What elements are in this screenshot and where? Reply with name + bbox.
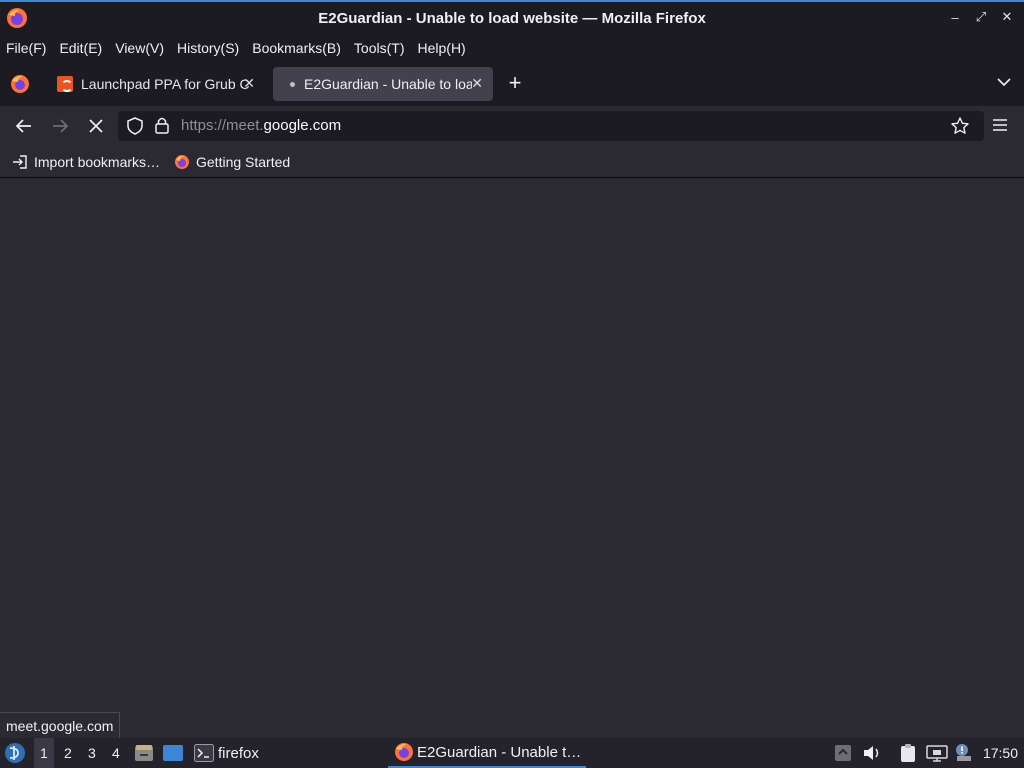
task-firefox-active[interactable]: E2Guardian - Unable t… xyxy=(388,738,586,768)
firefox-icon xyxy=(395,743,413,761)
launchpad-icon xyxy=(57,76,73,92)
menu-help[interactable]: Help(H) xyxy=(417,40,465,56)
notification-icon xyxy=(956,744,971,761)
updates-icon xyxy=(835,745,851,761)
menu-edit[interactable]: Edit(E) xyxy=(59,40,102,56)
menu-tools[interactable]: Tools(T) xyxy=(354,40,405,56)
menu-view[interactable]: View(V) xyxy=(115,40,164,56)
tab-e2guardian[interactable]: E2Guardian - Unable to load website ✕ xyxy=(273,67,493,101)
tab-label: Launchpad PPA for Grub Customizer xyxy=(81,76,249,92)
terminal-icon xyxy=(194,744,214,762)
firefox-logo-icon xyxy=(7,8,27,28)
import-icon xyxy=(13,155,27,169)
shield-icon[interactable] xyxy=(126,117,144,135)
app-launcher-icon xyxy=(5,743,25,763)
tab-launchpad[interactable]: Launchpad PPA for Grub Customizer ✕ xyxy=(47,67,265,101)
page-content[interactable] xyxy=(0,179,1024,738)
url-bar[interactable]: https://meet.google.com xyxy=(118,111,984,141)
url-prefix: https://meet. xyxy=(181,117,264,134)
restore-icon[interactable]: ⤢ xyxy=(974,9,988,25)
loading-dot-icon xyxy=(290,81,295,87)
bookmark-getting-started[interactable]: Getting Started xyxy=(174,154,290,170)
system-taskbar: 1 2 3 4 firefox E2Guardian - Unable t… 1… xyxy=(0,738,1024,768)
clock[interactable]: 17:50 xyxy=(983,738,1018,768)
clipboard-icon xyxy=(901,744,915,762)
volume-icon xyxy=(864,746,879,760)
tray-notifications[interactable] xyxy=(954,738,974,768)
tab-close-icon[interactable]: ✕ xyxy=(471,75,483,92)
workspace-1[interactable]: 1 xyxy=(34,738,54,768)
desktop-launcher[interactable] xyxy=(162,738,184,768)
task-terminal[interactable]: firefox xyxy=(194,738,259,768)
firefox-view-icon[interactable] xyxy=(10,74,30,94)
tray-clipboard[interactable] xyxy=(898,738,918,768)
tray-updates[interactable] xyxy=(834,738,852,768)
chevron-down-icon[interactable] xyxy=(996,74,1012,90)
window-title: E2Guardian - Unable to load website — Mo… xyxy=(318,9,706,27)
navigation-toolbar: https://meet.google.com xyxy=(0,106,1024,146)
forward-icon[interactable] xyxy=(50,116,70,136)
menu-bar: File(F) Edit(E) View(V) History(S) Bookm… xyxy=(0,34,1024,62)
task-label: E2Guardian - Unable t… xyxy=(417,743,582,761)
workspace-2[interactable]: 2 xyxy=(64,738,72,768)
firefox-icon xyxy=(175,155,189,169)
bookmark-label: Getting Started xyxy=(196,154,291,170)
bookmark-label: Import bookmarks… xyxy=(34,154,161,170)
workspace-4[interactable]: 4 xyxy=(112,738,120,768)
app-menu-icon[interactable] xyxy=(992,118,1008,132)
window-titlebar[interactable]: E2Guardian - Unable to load website — Mo… xyxy=(0,0,1024,34)
url-text[interactable]: https://meet.google.com xyxy=(181,117,341,134)
tab-strip: Launchpad PPA for Grub Customizer ✕ E2Gu… xyxy=(0,62,1024,106)
menu-file[interactable]: File(F) xyxy=(6,40,46,56)
network-icon xyxy=(926,745,948,762)
menu-history[interactable]: History(S) xyxy=(177,40,239,56)
file-manager-icon xyxy=(135,745,153,761)
tray-volume[interactable] xyxy=(862,738,882,768)
new-tab-icon[interactable]: + xyxy=(505,72,525,94)
tab-label: E2Guardian - Unable to load website xyxy=(304,76,472,92)
stop-loading-icon[interactable] xyxy=(86,116,106,136)
menu-bookmarks[interactable]: Bookmarks(B) xyxy=(252,40,341,56)
workspace-3[interactable]: 3 xyxy=(88,738,96,768)
show-desktop-icon xyxy=(163,745,183,761)
tab-close-icon[interactable]: ✕ xyxy=(243,75,255,92)
bookmark-import[interactable]: Import bookmarks… xyxy=(12,154,160,170)
start-menu-button[interactable] xyxy=(4,738,26,768)
link-status-panel: meet.google.com xyxy=(0,712,121,738)
minimize-icon[interactable]: – xyxy=(948,9,962,25)
task-label: firefox xyxy=(218,744,259,762)
url-host: google.com xyxy=(263,117,342,134)
file-manager-launcher[interactable] xyxy=(134,738,154,768)
back-icon[interactable] xyxy=(14,116,34,136)
close-icon[interactable]: ✕ xyxy=(1000,9,1014,25)
bookmark-star-icon[interactable] xyxy=(950,116,970,136)
bookmarks-toolbar: Import bookmarks… Getting Started xyxy=(0,146,1024,178)
tray-network[interactable] xyxy=(926,738,948,768)
lock-icon[interactable] xyxy=(154,116,170,134)
